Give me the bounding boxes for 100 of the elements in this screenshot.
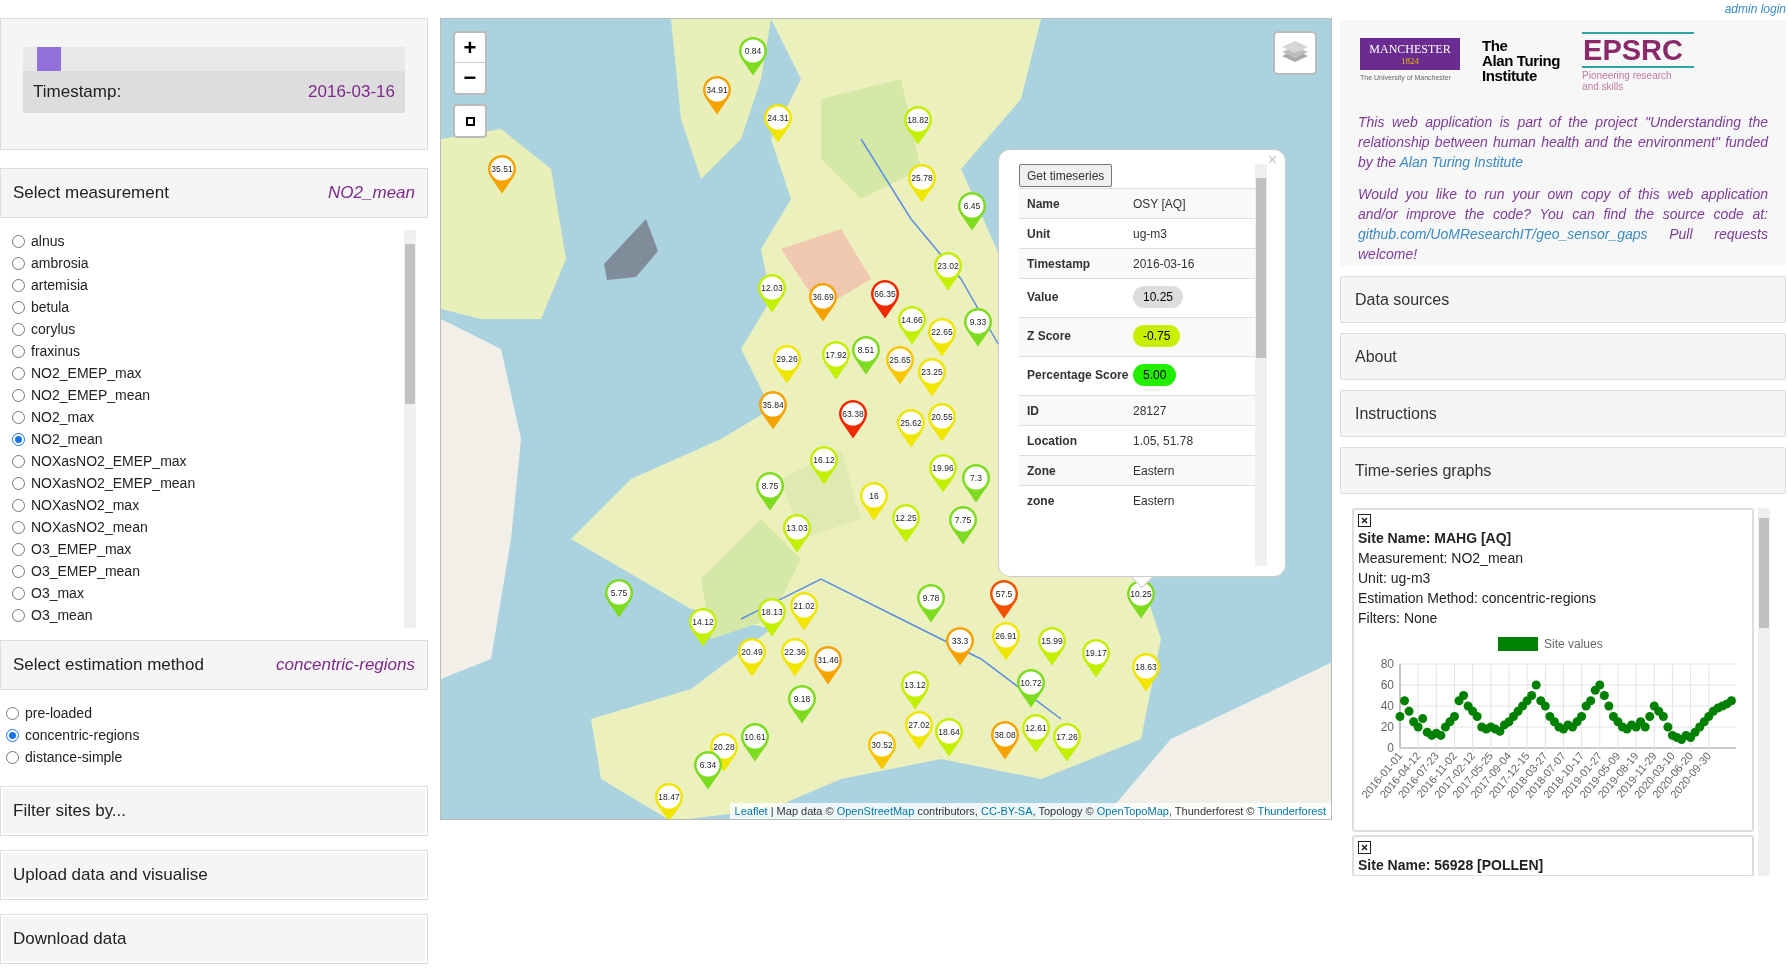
radio-button[interactable] [12,586,25,600]
radio-button[interactable] [12,498,25,512]
radio-button[interactable] [12,476,25,490]
map-marker[interactable]: 29.26 [772,344,802,384]
radio-button[interactable] [12,520,25,534]
radio-button[interactable] [6,750,19,764]
map-marker[interactable]: 18.63 [1131,652,1161,692]
attribution-link[interactable]: CC-BY-SA [981,802,1033,819]
radio-button[interactable] [12,322,25,336]
attribution-link[interactable]: Leaflet [734,802,768,819]
map-marker[interactable]: 12.03 [757,273,787,313]
map-marker[interactable]: 63.38 [838,399,868,439]
map-marker[interactable]: 19.96 [928,453,958,493]
close-icon[interactable] [1358,841,1371,854]
map-marker[interactable]: 21.02 [789,591,819,631]
map-marker[interactable]: 18.82 [903,105,933,145]
scrollbar[interactable] [1758,508,1770,876]
timeline-slider[interactable] [23,47,405,71]
close-icon[interactable] [1358,514,1371,527]
accordion-header[interactable]: Time-series graphs [1340,447,1786,494]
layers-button[interactable] [1273,31,1317,75]
radio-button[interactable] [12,564,25,578]
radio-button[interactable] [12,366,25,380]
map-marker[interactable]: 10.25 [1126,579,1156,619]
radio-button[interactable] [6,706,19,720]
scrollbar[interactable] [404,230,416,628]
map-marker[interactable]: 14.12 [688,607,718,647]
attribution-link[interactable]: Thunderforest [1257,802,1326,819]
map-marker[interactable]: 24.31 [763,103,793,143]
radio-button[interactable] [12,432,25,446]
radio-button[interactable] [12,278,25,292]
radio-button[interactable] [12,410,25,424]
panel-header[interactable]: Download data [3,917,425,961]
map-marker[interactable]: 35.84 [758,390,788,430]
accordion-header[interactable]: About [1340,333,1786,380]
map-marker[interactable]: 8.75 [755,471,785,511]
map-marker[interactable]: 9.33 [963,307,993,347]
map-marker[interactable]: 17.92 [821,340,851,380]
map-marker[interactable]: 27.02 [904,710,934,750]
map-marker[interactable]: 31.46 [813,645,843,685]
attribution-link[interactable]: OpenTopoMap [1096,802,1169,819]
accordion-header[interactable]: Data sources [1340,276,1786,323]
map-marker[interactable]: 17.26 [1052,722,1082,762]
map-marker[interactable]: 10.72 [1016,668,1046,708]
map-marker[interactable]: 25.78 [907,163,937,203]
map-marker[interactable]: 8.51 [851,335,881,375]
map-marker[interactable]: 6.45 [957,191,987,231]
map-marker[interactable]: 13.03 [782,513,812,553]
map-marker[interactable]: 16 [859,481,889,521]
map-marker[interactable]: 22.36 [780,637,810,677]
radio-button[interactable] [12,344,25,358]
map-marker[interactable]: 6.34 [693,750,723,790]
map-marker[interactable]: 7.75 [948,505,978,545]
info-link[interactable]: github.com/UoMResearchIT/geo_sensor_gaps [1358,226,1648,242]
radio-button[interactable] [12,608,25,622]
map-marker[interactable]: 34.91 [702,75,732,115]
map-marker[interactable]: 26.91 [991,621,1021,661]
map-marker[interactable]: 18.13 [757,597,787,637]
slider-thumb[interactable] [37,47,62,71]
accordion-header[interactable]: Instructions [1340,390,1786,437]
radio-button[interactable] [12,388,25,402]
estimation-header[interactable]: Select estimation method concentric-regions [0,640,428,690]
get-timeseries-button[interactable]: Get timeseries [1019,164,1113,187]
map-marker[interactable]: 33.3 [945,626,975,666]
map-marker[interactable]: 36.69 [808,282,838,322]
map-marker[interactable]: 14.66 [897,305,927,345]
map-marker[interactable]: 9.78 [916,583,946,623]
map-marker[interactable]: 66.35 [870,279,900,319]
map-marker[interactable]: 23.25 [917,357,947,397]
map-marker[interactable]: 20.55 [927,402,957,442]
map-marker[interactable]: 13.12 [900,670,930,710]
radio-button[interactable] [12,300,25,314]
info-link[interactable]: Alan Turing Institute [1399,154,1523,170]
panel-header[interactable]: Upload data and visualise [3,853,425,897]
panel-header[interactable]: Filter sites by... [3,789,425,833]
map-marker[interactable]: 18.47 [654,782,684,819]
map-marker[interactable]: 19.17 [1081,638,1111,678]
map-marker[interactable]: 25.65 [885,345,915,385]
map-marker[interactable]: 0.84 [738,36,768,76]
zoom-out-button[interactable]: − [455,63,485,93]
box-select-button[interactable] [453,104,487,138]
map-marker[interactable]: 22.65 [927,317,957,357]
radio-button[interactable] [6,728,19,742]
map-marker[interactable]: 5.75 [604,578,634,618]
map-marker[interactable]: 16.12 [809,445,839,485]
map-marker[interactable]: 30.52 [867,730,897,770]
radio-button[interactable] [12,542,25,556]
map-marker[interactable]: 38.08 [990,720,1020,760]
map-marker[interactable]: 9.18 [787,684,817,724]
radio-button[interactable] [12,454,25,468]
map-marker[interactable]: 25.62 [896,408,926,448]
measurement-header[interactable]: Select measurement NO2_mean [0,168,428,218]
map-marker[interactable]: 20.49 [737,637,767,677]
map-marker[interactable]: 23.02 [933,251,963,291]
map-marker[interactable]: 12.61 [1021,713,1051,753]
map-marker[interactable]: 35.51 [487,154,517,194]
attribution-link[interactable]: OpenStreetMap [836,802,915,819]
radio-button[interactable] [12,256,25,270]
map-marker[interactable]: 15.99 [1037,626,1067,666]
map-marker[interactable]: 57.5 [989,579,1019,619]
